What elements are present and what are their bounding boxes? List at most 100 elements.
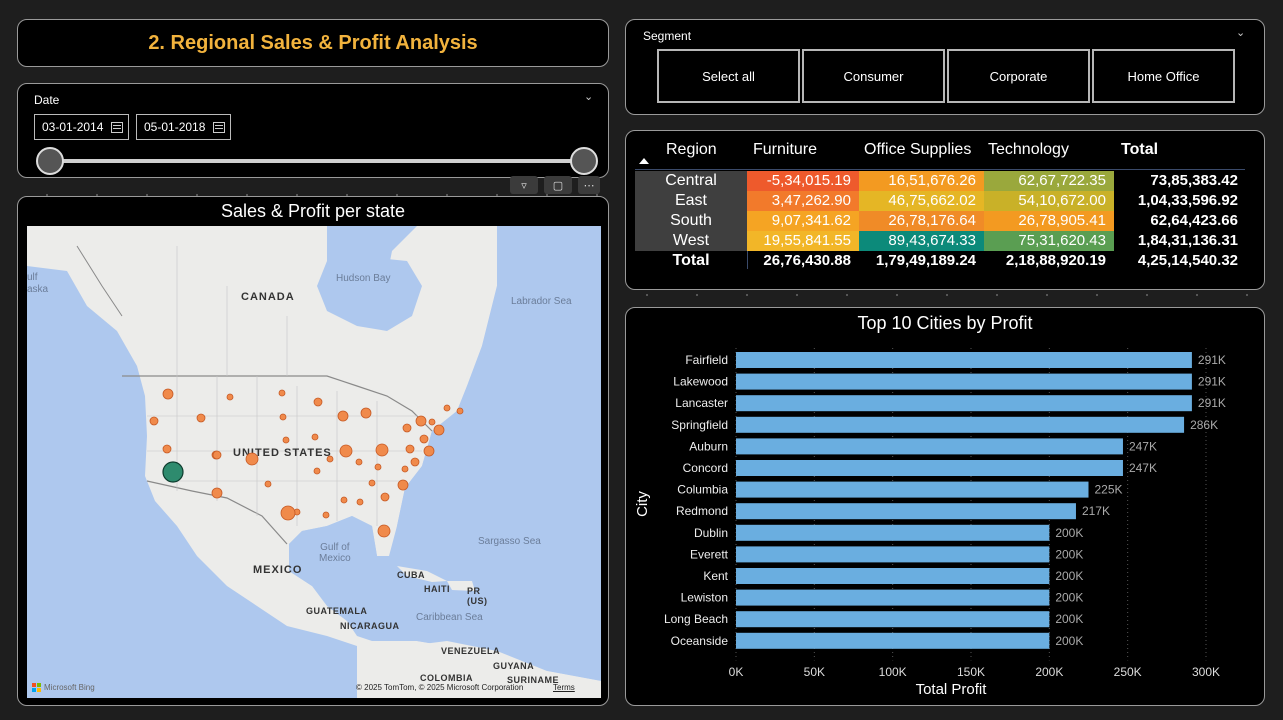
state-bubble[interactable] — [339, 444, 353, 458]
matrix-cell[interactable]: 75,31,620.43 — [984, 231, 1114, 251]
state-bubble[interactable] — [211, 487, 223, 499]
state-bubble[interactable] — [377, 524, 391, 538]
matrix-cell[interactable]: 3,47,262.90 — [747, 191, 859, 211]
matrix-cell[interactable]: 62,67,722.35 — [984, 171, 1114, 191]
state-bubble[interactable] — [278, 389, 286, 397]
bar[interactable] — [736, 460, 1123, 476]
state-bubble[interactable] — [402, 423, 412, 433]
segment-option-select-all[interactable]: Select all — [657, 49, 800, 103]
matrix-cell[interactable]: 16,51,676.26 — [859, 171, 984, 191]
state-bubble[interactable] — [360, 407, 372, 419]
filter-icon[interactable]: ▿ — [510, 176, 538, 194]
segment-option-home-office[interactable]: Home Office — [1092, 49, 1235, 103]
matrix-header-furniture[interactable]: Furniture — [753, 141, 817, 159]
state-bubble[interactable] — [380, 492, 390, 502]
matrix-row-header[interactable]: West — [635, 231, 747, 251]
matrix-row-header[interactable]: Central — [635, 171, 747, 191]
state-bubble[interactable] — [162, 444, 172, 454]
map-terms-link[interactable]: Terms — [553, 683, 575, 692]
x-tick-label: 300K — [1192, 665, 1220, 679]
bar[interactable] — [736, 352, 1192, 368]
bar[interactable] — [736, 373, 1192, 390]
date-range-start-handle[interactable] — [36, 147, 64, 175]
state-bubble[interactable] — [375, 443, 389, 457]
matrix-header-total[interactable]: Total — [1121, 141, 1158, 159]
state-bubble[interactable] — [355, 458, 363, 466]
bar[interactable] — [736, 503, 1076, 520]
segment-option-corporate[interactable]: Corporate — [947, 49, 1090, 103]
segment-slicer[interactable]: Segment ⌄ Select all Consumer Corporate … — [625, 19, 1265, 115]
state-bubble[interactable] — [340, 496, 348, 504]
bar[interactable] — [736, 632, 1050, 649]
state-bubble[interactable] — [279, 413, 287, 421]
start-date-input[interactable]: 03-01-2014 — [34, 114, 129, 140]
bar[interactable] — [736, 589, 1050, 606]
state-bubble[interactable] — [149, 416, 159, 426]
matrix-header-office-supplies[interactable]: Office Supplies — [864, 141, 971, 159]
date-slicer[interactable]: Date ⌄ 03-01-2014 05-01-2018 — [17, 83, 609, 178]
state-bubble[interactable] — [368, 479, 376, 487]
state-bubble[interactable] — [245, 452, 259, 466]
state-bubble[interactable] — [397, 479, 409, 491]
more-options-icon[interactable]: ⋯ — [578, 176, 600, 194]
matrix-header-region[interactable]: Region — [666, 141, 717, 159]
state-bubble[interactable] — [419, 434, 429, 444]
state-bubble[interactable] — [311, 433, 319, 441]
matrix-cell[interactable]: 89,43,674.33 — [859, 231, 984, 251]
state-bubble[interactable] — [405, 444, 415, 454]
state-bubble[interactable] — [410, 457, 420, 467]
state-bubble[interactable] — [282, 436, 290, 444]
state-bubble[interactable] — [212, 450, 222, 460]
map-canvas[interactable]: ulf aska CANADA Hudson Bay Labrador Sea … — [27, 226, 601, 698]
matrix-cell[interactable]: 26,78,905.41 — [984, 211, 1114, 231]
sort-ascending-icon[interactable] — [639, 158, 649, 164]
data-label: 286K — [1190, 418, 1218, 432]
chevron-down-icon[interactable]: ⌄ — [1236, 26, 1245, 39]
matrix-cell[interactable]: 54,10,672.00 — [984, 191, 1114, 211]
state-bubble[interactable] — [226, 393, 234, 401]
focus-mode-icon[interactable]: ▢ — [544, 176, 572, 194]
state-bubble[interactable] — [264, 480, 272, 488]
date-range-end-handle[interactable] — [570, 147, 598, 175]
state-bubble[interactable] — [313, 397, 323, 407]
end-date-input[interactable]: 05-01-2018 — [136, 114, 231, 140]
matrix-cell[interactable]: 46,75,662.02 — [859, 191, 984, 211]
state-bubble[interactable] — [326, 455, 334, 463]
state-bubble[interactable] — [423, 445, 435, 457]
matrix-row-header[interactable]: East — [635, 191, 747, 211]
state-bubble[interactable] — [280, 505, 296, 521]
bar[interactable] — [736, 568, 1050, 584]
state-bubble-highlight[interactable] — [162, 461, 184, 483]
state-bubble[interactable] — [356, 498, 364, 506]
state-bubble[interactable] — [428, 418, 436, 426]
bar[interactable] — [736, 611, 1050, 628]
state-bubble[interactable] — [401, 465, 409, 473]
state-bubble[interactable] — [322, 511, 330, 519]
state-bubble[interactable] — [433, 424, 445, 436]
segment-option-consumer[interactable]: Consumer — [802, 49, 945, 103]
state-bubble[interactable] — [162, 388, 174, 400]
state-bubble[interactable] — [313, 467, 321, 475]
matrix-cell[interactable]: 26,78,176.64 — [859, 211, 984, 231]
calendar-icon[interactable] — [213, 121, 226, 133]
matrix-cell[interactable]: 19,55,841.55 — [747, 231, 859, 251]
bar[interactable] — [736, 524, 1050, 541]
bar[interactable] — [736, 438, 1123, 455]
matrix-cell[interactable]: -5,34,015.19 — [747, 171, 859, 191]
state-bubble[interactable] — [456, 407, 464, 415]
bar[interactable] — [736, 395, 1192, 412]
calendar-icon[interactable] — [111, 121, 124, 133]
chevron-down-icon[interactable]: ⌄ — [584, 90, 593, 103]
state-bubble[interactable] — [337, 410, 349, 422]
state-bubble[interactable] — [196, 413, 206, 423]
matrix-header-technology[interactable]: Technology — [988, 141, 1069, 159]
date-range-track[interactable] — [50, 159, 586, 163]
matrix-row-header[interactable]: South — [635, 211, 747, 231]
state-bubble[interactable] — [374, 463, 382, 471]
bar[interactable] — [736, 416, 1185, 433]
bar[interactable] — [736, 546, 1050, 563]
state-bubble[interactable] — [443, 404, 451, 412]
bar[interactable] — [736, 481, 1089, 498]
matrix-cell[interactable]: 9,07,341.62 — [747, 211, 859, 231]
state-bubble[interactable] — [415, 415, 427, 427]
